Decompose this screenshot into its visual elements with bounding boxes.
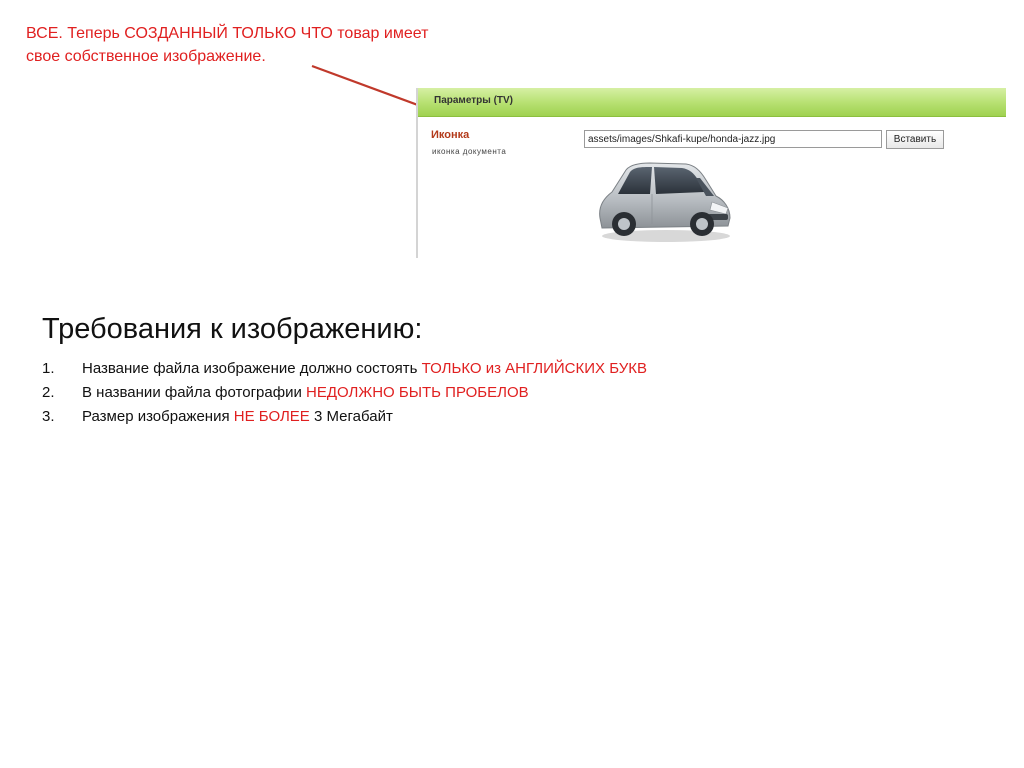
list-item-text: В названии файла фотографии НЕДОЛЖНО БЫТ… [82,382,529,404]
tv-parameters-panel: Параметры (TV) Иконка иконка документа В… [416,88,1006,258]
list-item-text: Размер изображения НЕ БОЛЕЕ 3 Мегабайт [82,406,393,428]
tv-label: Иконка [431,129,470,141]
tv-description: иконка документа [432,147,507,156]
callout-text: ВСЕ. Теперь СОЗДАННЫЙ ТОЛЬКО ЧТО товар и… [26,22,486,68]
list-item-highlight: ТОЛЬКО из АНГЛИЙСКИХ БУКВ [421,360,647,377]
callout-line-2: свое собственное изображение. [26,48,266,65]
list-item-number: 1. [42,360,55,377]
list-item-plain: Название файла изображение должно состоя… [82,360,422,377]
list-item-highlight: НЕДОЛЖНО БЫТЬ ПРОБЕЛОВ [306,384,529,401]
list-item: 3. Размер изображения НЕ БОЛЕЕ 3 Мегабай… [42,406,942,430]
panel-header: Параметры (TV) [418,88,1006,117]
insert-button[interactable]: Вставить [886,130,944,149]
list-item-plain: Размер изображения [82,408,234,425]
list-item: 2. В названии файла фотографии НЕДОЛЖНО … [42,382,942,406]
requirements-heading: Требования к изображению: [42,313,423,345]
list-item-highlight: НЕ БОЛЕЕ [233,408,310,425]
car-photo-icon [599,162,731,242]
list-item-text: Название файла изображение должно состоя… [82,358,647,380]
panel-title: Параметры (TV) [434,95,514,106]
list-item-plain: В названии файла фотографии [82,384,307,401]
list-item-number: 3. [42,408,55,425]
requirements-list: 1. Название файла изображение должно сос… [42,358,942,430]
image-path-input[interactable] [584,130,882,148]
callout-line-1: ВСЕ. Теперь СОЗДАННЫЙ ТОЛЬКО ЧТО товар и… [26,25,429,42]
list-item: 1. Название файла изображение должно сос… [42,358,942,382]
list-item-suffix: 3 Мегабайт [309,408,393,425]
list-item-number: 2. [42,384,55,401]
